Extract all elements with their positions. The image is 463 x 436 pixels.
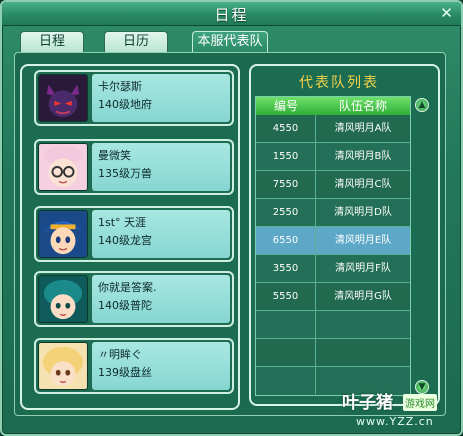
team-code: 7550: [256, 171, 316, 198]
member-name: 卡尔瑟斯: [98, 80, 142, 93]
dark-demon-portrait-icon: [38, 74, 88, 122]
team-name: 清风明月E队: [334, 235, 392, 246]
blonde-girl-portrait-icon: [38, 342, 88, 390]
team-name: 清风明月A队: [334, 123, 392, 134]
table-row[interactable]: 7550 清风明月C队: [256, 171, 410, 199]
table-row[interactable]: 3550 清风明月F队: [256, 255, 410, 283]
member-level: 140级普陀: [98, 299, 152, 312]
member-info: 1st° 天涯 140级龙宫: [92, 210, 230, 258]
watermark: 叶子猪 游戏网 www.YZZ.cn: [338, 386, 463, 436]
table-row-selected[interactable]: 6550 清风明月E队: [256, 227, 410, 255]
glasses-girl-portrait-icon: [38, 143, 88, 191]
empty-row: [256, 339, 410, 367]
watermark-url: www.YZZ.cn: [356, 415, 434, 428]
team-code: 2550: [256, 199, 316, 226]
table-row[interactable]: 5550 清风明月G队: [256, 283, 410, 311]
member-card[interactable]: 曼微笑 135级万兽: [34, 139, 234, 195]
member-name: 曼微笑: [98, 149, 131, 162]
team-code: 1550: [256, 143, 316, 170]
member-card[interactable]: 你就是答案. 140级普陀: [34, 271, 234, 327]
member-card[interactable]: 卡尔瑟斯 140级地府: [34, 70, 234, 126]
table-row[interactable]: 2550 清风明月D队: [256, 199, 410, 227]
member-level: 135级万兽: [98, 167, 152, 180]
team-name: 清风明月D队: [334, 207, 392, 218]
teal-hair-girl-portrait-icon: [38, 275, 88, 323]
team-code: 6550: [256, 227, 316, 254]
team-name: 清风明月B队: [334, 151, 392, 162]
member-info: 卡尔瑟斯 140级地府: [92, 74, 230, 122]
empty-row: [256, 311, 410, 339]
watermark-logo-text: 叶子猪: [342, 393, 393, 413]
team-code: 4550: [256, 115, 316, 142]
member-info: 曼微笑 135级万兽: [92, 143, 230, 191]
column-header-code: 编号: [273, 99, 298, 113]
tab-server-team[interactable]: 本服代表队: [192, 31, 268, 52]
tab-calendar[interactable]: 日历: [104, 31, 168, 52]
member-level: 140级龙宫: [98, 234, 152, 247]
team-name: 清风明月F队: [335, 263, 391, 274]
member-info: 〃明眸ぐ 139级盘丝: [92, 342, 230, 390]
team-list-scrollbar[interactable]: ▲ ▼: [414, 96, 430, 396]
member-card[interactable]: 〃明眸ぐ 139级盘丝: [34, 338, 234, 394]
member-level: 139级盘丝: [98, 366, 152, 379]
table-row[interactable]: 4550 清风明月A队: [256, 115, 410, 143]
member-info: 你就是答案. 140级普陀: [92, 275, 230, 323]
blue-hair-boy-portrait-icon: [38, 210, 88, 258]
member-name: 你就是答案.: [98, 281, 157, 294]
member-name: 〃明眸ぐ: [98, 348, 142, 361]
team-name: 清风明月C队: [334, 179, 392, 190]
team-name: 清风明月G队: [334, 291, 392, 302]
team-list-title: 代表队列表: [299, 75, 379, 91]
table-body: 4550 清风明月A队 1550 清风明月B队 7550 清风明月C队 2550…: [256, 115, 410, 395]
tab-schedule[interactable]: 日程: [20, 31, 84, 52]
title-bar[interactable]: 日程 ✕: [2, 2, 461, 26]
window-title: 日程: [214, 6, 249, 24]
close-icon[interactable]: ✕: [438, 5, 455, 22]
team-code: 3550: [256, 255, 316, 282]
table-row[interactable]: 1550 清风明月B队: [256, 143, 410, 171]
team-code: 5550: [256, 283, 316, 310]
member-level: 140级地府: [98, 98, 152, 111]
table-header: 编号 队伍名称: [256, 97, 410, 115]
team-table: 编号 队伍名称 4550 清风明月A队 1550 清风明月B队 7550 清风明…: [255, 96, 411, 396]
column-header-name: 队伍名称: [338, 99, 387, 113]
watermark-badge: 游戏网: [403, 394, 437, 411]
member-card[interactable]: 1st° 天涯 140级龙宫: [34, 206, 234, 262]
member-name: 1st° 天涯: [98, 216, 147, 229]
scroll-up-icon[interactable]: ▲: [415, 98, 429, 112]
